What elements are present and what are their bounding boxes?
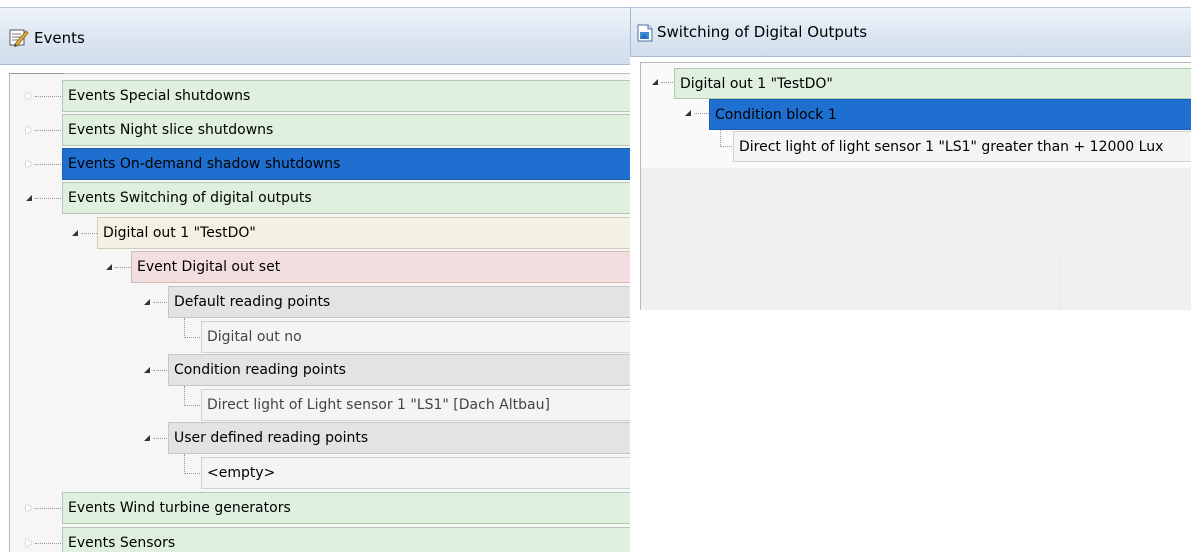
tree-item-digital-out-1[interactable]: Digital out 1 "TestDO"	[97, 217, 630, 249]
document-icon	[637, 24, 653, 42]
tree-item-on-demand-shadow-shutdowns[interactable]: Events On-demand shadow shutdowns	[62, 148, 630, 180]
tree-item-default-reading-points[interactable]: Default reading points	[168, 286, 630, 318]
collapse-arrow-icon[interactable]	[652, 79, 658, 85]
expand-arrow-icon[interactable]	[26, 160, 32, 168]
tree-item-event-digital-out-set[interactable]: Event Digital out set	[131, 251, 630, 283]
switching-panel-header: Switching of Digital Outputs	[630, 7, 1191, 57]
switching-panel-title: Switching of Digital Outputs	[657, 23, 868, 41]
events-panel: Events Events Special shutdowns Events N…	[0, 7, 630, 552]
events-tree: Events Special shutdowns Events Night sl…	[9, 73, 630, 552]
collapse-arrow-icon[interactable]	[106, 264, 112, 270]
tree-item-digital-out-1[interactable]: Digital out 1 "TestDO"	[674, 68, 1191, 99]
tree-item-user-defined-reading-points[interactable]: User defined reading points	[168, 422, 630, 454]
tree-item-empty[interactable]: <empty>	[201, 457, 630, 489]
tree-item-wind-turbine-generators[interactable]: Events Wind turbine generators	[62, 492, 630, 524]
tree-item-sensors[interactable]: Events Sensors	[62, 527, 630, 552]
tree-item-switching-digital-outputs[interactable]: Events Switching of digital outputs	[62, 182, 630, 214]
switching-tree: Digital out 1 "TestDO" Condition block 1…	[640, 62, 1191, 310]
events-panel-title: Events	[34, 29, 85, 47]
tree-item-digital-out-no[interactable]: Digital out no	[201, 321, 630, 353]
tree-item-condition-block-1[interactable]: Condition block 1	[709, 99, 1191, 130]
events-icon	[9, 29, 29, 47]
tree-item-special-shutdowns[interactable]: Events Special shutdowns	[62, 80, 630, 112]
tree-item-condition-reading-points[interactable]: Condition reading points	[168, 354, 630, 386]
collapse-arrow-icon[interactable]	[144, 435, 150, 441]
collapse-arrow-icon[interactable]	[72, 230, 78, 236]
collapse-arrow-icon[interactable]	[26, 195, 32, 201]
expand-arrow-icon[interactable]	[26, 92, 32, 100]
events-panel-header: Events	[0, 7, 630, 65]
collapse-arrow-icon[interactable]	[144, 367, 150, 373]
tree-item-direct-light-ls1[interactable]: Direct light of Light sensor 1 "LS1" [Da…	[201, 389, 630, 421]
collapse-arrow-icon[interactable]	[685, 110, 691, 116]
collapse-arrow-icon[interactable]	[144, 299, 150, 305]
expand-arrow-icon[interactable]	[26, 126, 32, 134]
switching-panel: Switching of Digital Outputs Digital out…	[630, 7, 1191, 310]
expand-arrow-icon[interactable]	[26, 539, 32, 547]
expand-arrow-icon[interactable]	[26, 504, 32, 512]
tree-item-night-slice-shutdowns[interactable]: Events Night slice shutdowns	[62, 114, 630, 146]
tree-item-direct-light-condition[interactable]: Direct light of light sensor 1 "LS1" gre…	[733, 131, 1191, 162]
